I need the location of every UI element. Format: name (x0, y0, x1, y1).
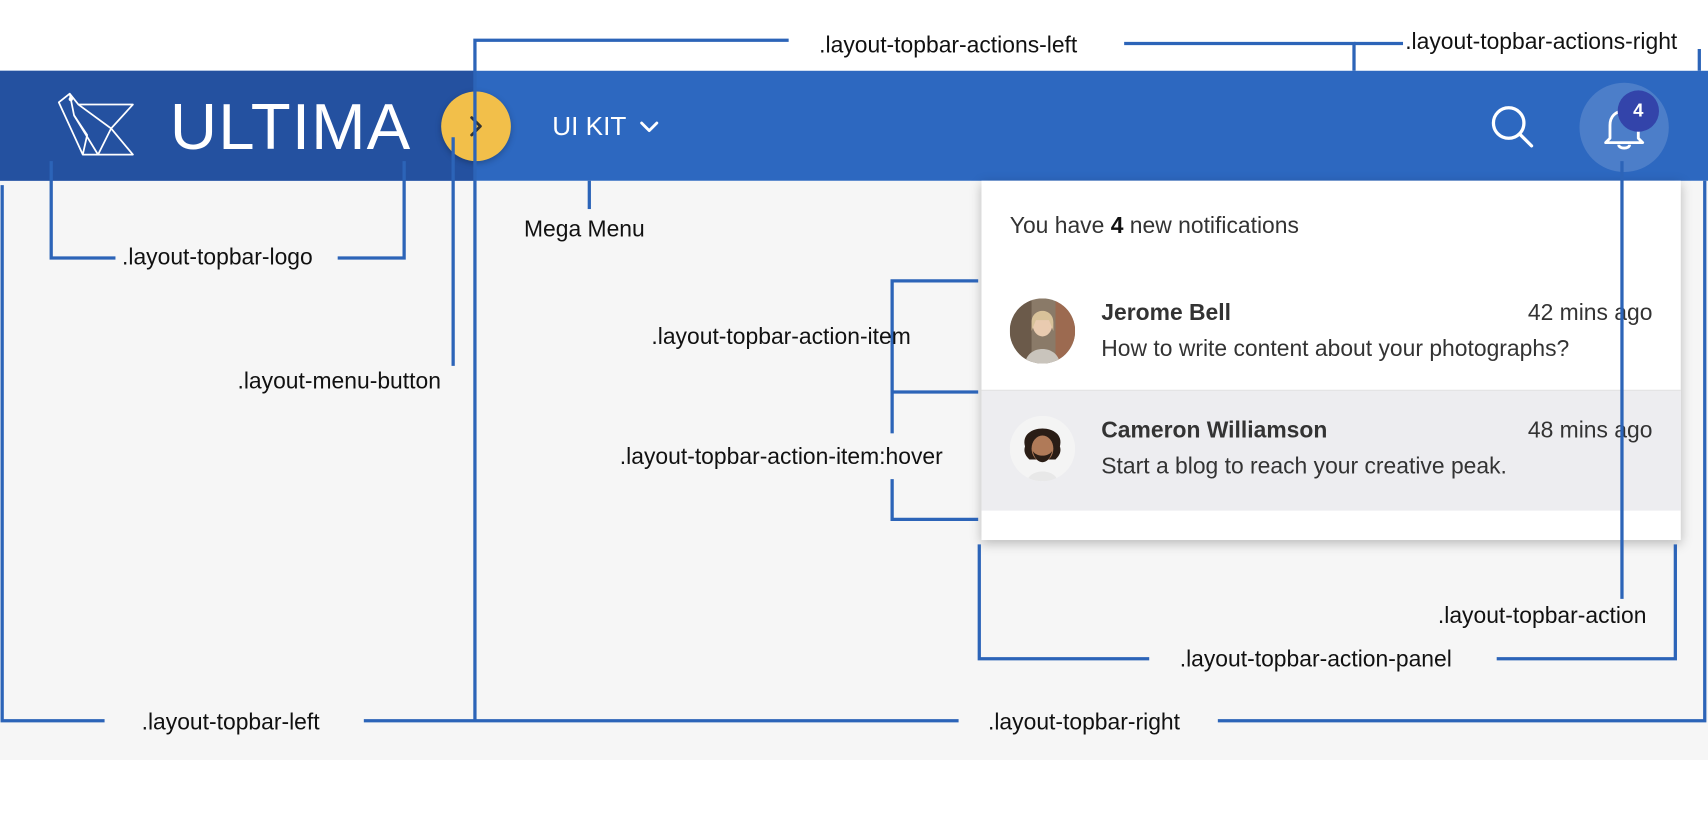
label-actions-right: .layout-topbar-actions-right (1405, 29, 1678, 55)
label-mega-menu: Mega Menu (523, 216, 645, 242)
label-topbar-logo: .layout-topbar-logo (122, 244, 313, 271)
label-actions-left: .layout-topbar-actions-left (819, 32, 1078, 58)
label-action-item-hover: .layout-topbar-action-item:hover (619, 444, 943, 470)
label-action-item: .layout-topbar-action-item (651, 324, 911, 350)
label-topbar-action: .layout-topbar-action (1437, 603, 1647, 629)
label-topbar-right: .layout-topbar-right (987, 709, 1181, 735)
diagram-canvas: ULTIMA UI KIT 4 You have 4 new notificat… (0, 0, 1708, 827)
label-action-panel: .layout-topbar-action-panel (1179, 646, 1452, 672)
label-menu-button: .layout-menu-button (237, 369, 441, 395)
label-topbar-left: .layout-topbar-left (141, 709, 320, 735)
